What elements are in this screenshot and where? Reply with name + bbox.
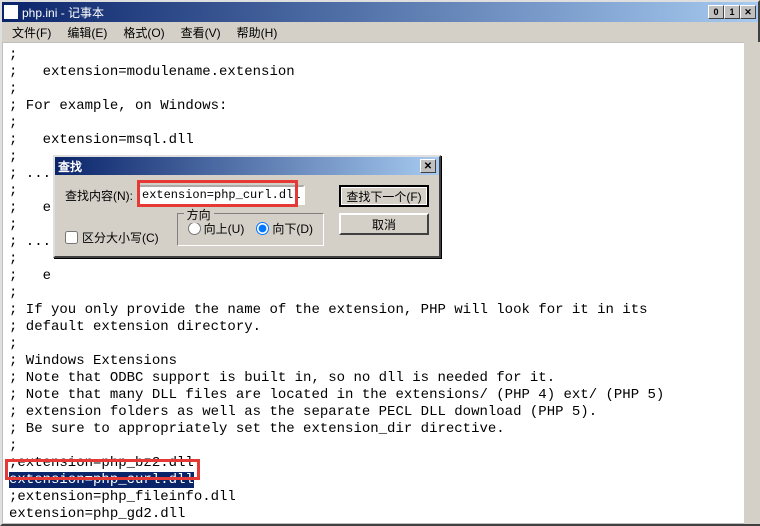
maximize-icon: 1 — [729, 7, 734, 17]
close-icon: ✕ — [744, 7, 752, 18]
dialog-titlebar: 查找 ✕ — [55, 157, 439, 175]
direction-label: 方向 — [184, 206, 214, 223]
dialog-buttons: 查找下一个(F) 取消 — [331, 185, 429, 235]
direction-group: 方向 向上(U) 向下(D) — [177, 213, 324, 246]
menu-file[interactable]: 文件(F) — [6, 22, 57, 43]
dir-up-radio[interactable] — [188, 222, 201, 235]
dir-down-option[interactable]: 向下(D) — [256, 220, 313, 237]
dialog-close-button[interactable]: ✕ — [420, 159, 436, 173]
find-dialog: 查找 ✕ 查找内容(N): 区分大小写(C) 方向 向上(U) — [53, 155, 441, 258]
match-case-input[interactable] — [65, 231, 78, 244]
text-editor[interactable]: ; ; extension=modulename.extension ; ; F… — [3, 43, 757, 523]
match-case-label: 区分大小写(C) — [82, 229, 159, 246]
menu-format[interactable]: 格式(O) — [117, 22, 170, 43]
dir-down-label: 向下(D) — [272, 220, 313, 237]
close-icon: ✕ — [424, 161, 432, 172]
find-next-button[interactable]: 查找下一个(F) — [339, 185, 429, 207]
window-title: php.ini - 记事本 — [22, 4, 708, 21]
maximize-button[interactable]: 1 — [724, 5, 740, 19]
window-controls: 0 1 ✕ — [708, 5, 756, 19]
minimize-button[interactable]: 0 — [708, 5, 724, 19]
dialog-body: 查找内容(N): 区分大小写(C) 方向 向上(U) 向下(D) — [55, 175, 439, 256]
find-label: 查找内容(N): — [65, 187, 133, 204]
match-case-checkbox[interactable]: 区分大小写(C) — [65, 229, 159, 246]
dialog-title: 查找 — [58, 158, 420, 175]
cancel-button[interactable]: 取消 — [339, 213, 429, 235]
menu-view[interactable]: 查看(V) — [175, 22, 227, 43]
titlebar: php.ini - 记事本 0 1 ✕ — [2, 2, 758, 22]
vertical-scrollbar[interactable] — [744, 42, 760, 524]
menubar: 文件(F) 编辑(E) 格式(O) 查看(V) 帮助(H) — [2, 22, 758, 42]
minimize-icon: 0 — [713, 7, 718, 17]
notepad-window: php.ini - 记事本 0 1 ✕ 文件(F) 编辑(E) 格式(O) 查看… — [0, 0, 760, 526]
dir-down-radio[interactable] — [256, 222, 269, 235]
find-input[interactable] — [137, 185, 305, 205]
menu-edit[interactable]: 编辑(E) — [61, 22, 113, 43]
close-button[interactable]: ✕ — [740, 5, 756, 19]
menu-help[interactable]: 帮助(H) — [231, 22, 284, 43]
app-icon — [4, 5, 18, 19]
